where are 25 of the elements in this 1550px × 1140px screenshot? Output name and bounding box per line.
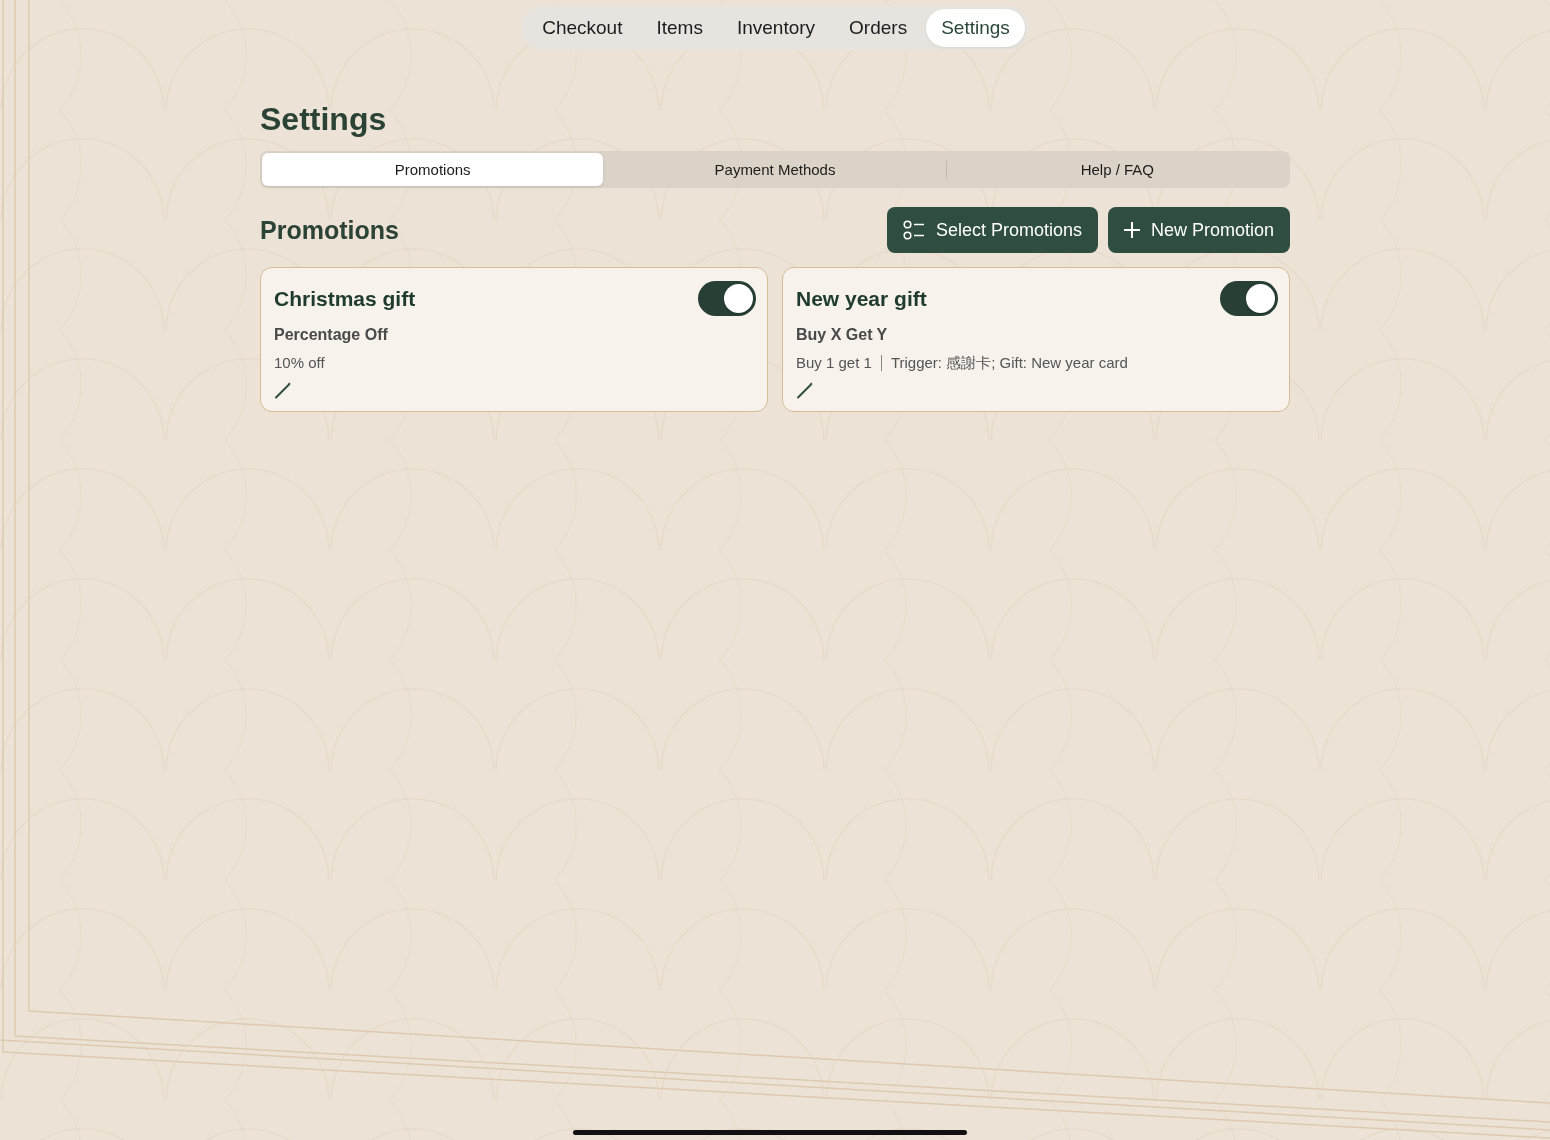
nav-tab[interactable]: Settings (926, 9, 1025, 47)
page-title: Settings (260, 100, 388, 138)
pencil-icon[interactable] (796, 381, 814, 399)
promotion-detail: 10% off (274, 354, 325, 372)
select-promotions-button[interactable]: Select Promotions (886, 207, 1098, 253)
nav-tab[interactable]: Orders (834, 9, 923, 47)
promotion-name: Christmas gift (274, 286, 416, 311)
promotion-name: New year gift (796, 286, 927, 311)
checklist-icon (902, 220, 925, 240)
segment-tab[interactable]: Help / FAQ (946, 153, 1288, 186)
pencil-icon[interactable] (274, 381, 292, 399)
nav-tab[interactable]: Checkout (527, 9, 638, 47)
segment-tab[interactable]: Promotions (262, 153, 604, 186)
segment-tab[interactable]: Payment Methods (604, 153, 946, 186)
new-promotion-button[interactable]: New Promotion (1107, 207, 1290, 253)
promotion-detail: Buy 1 get 1 (796, 354, 872, 372)
nav-tab[interactable]: Items (641, 9, 718, 47)
plus-icon (1123, 222, 1140, 238)
promotion-type: Buy X Get Y (796, 325, 888, 345)
promotion-detail: Trigger: 感謝卡; Gift: New year card (890, 354, 1128, 372)
nav-tab[interactable]: Inventory (721, 9, 831, 47)
promotion-type: Percentage Off (274, 325, 388, 345)
section-title: Promotions (260, 215, 399, 245)
toggle-switch[interactable] (698, 281, 756, 316)
toggle-switch[interactable] (1220, 281, 1278, 316)
